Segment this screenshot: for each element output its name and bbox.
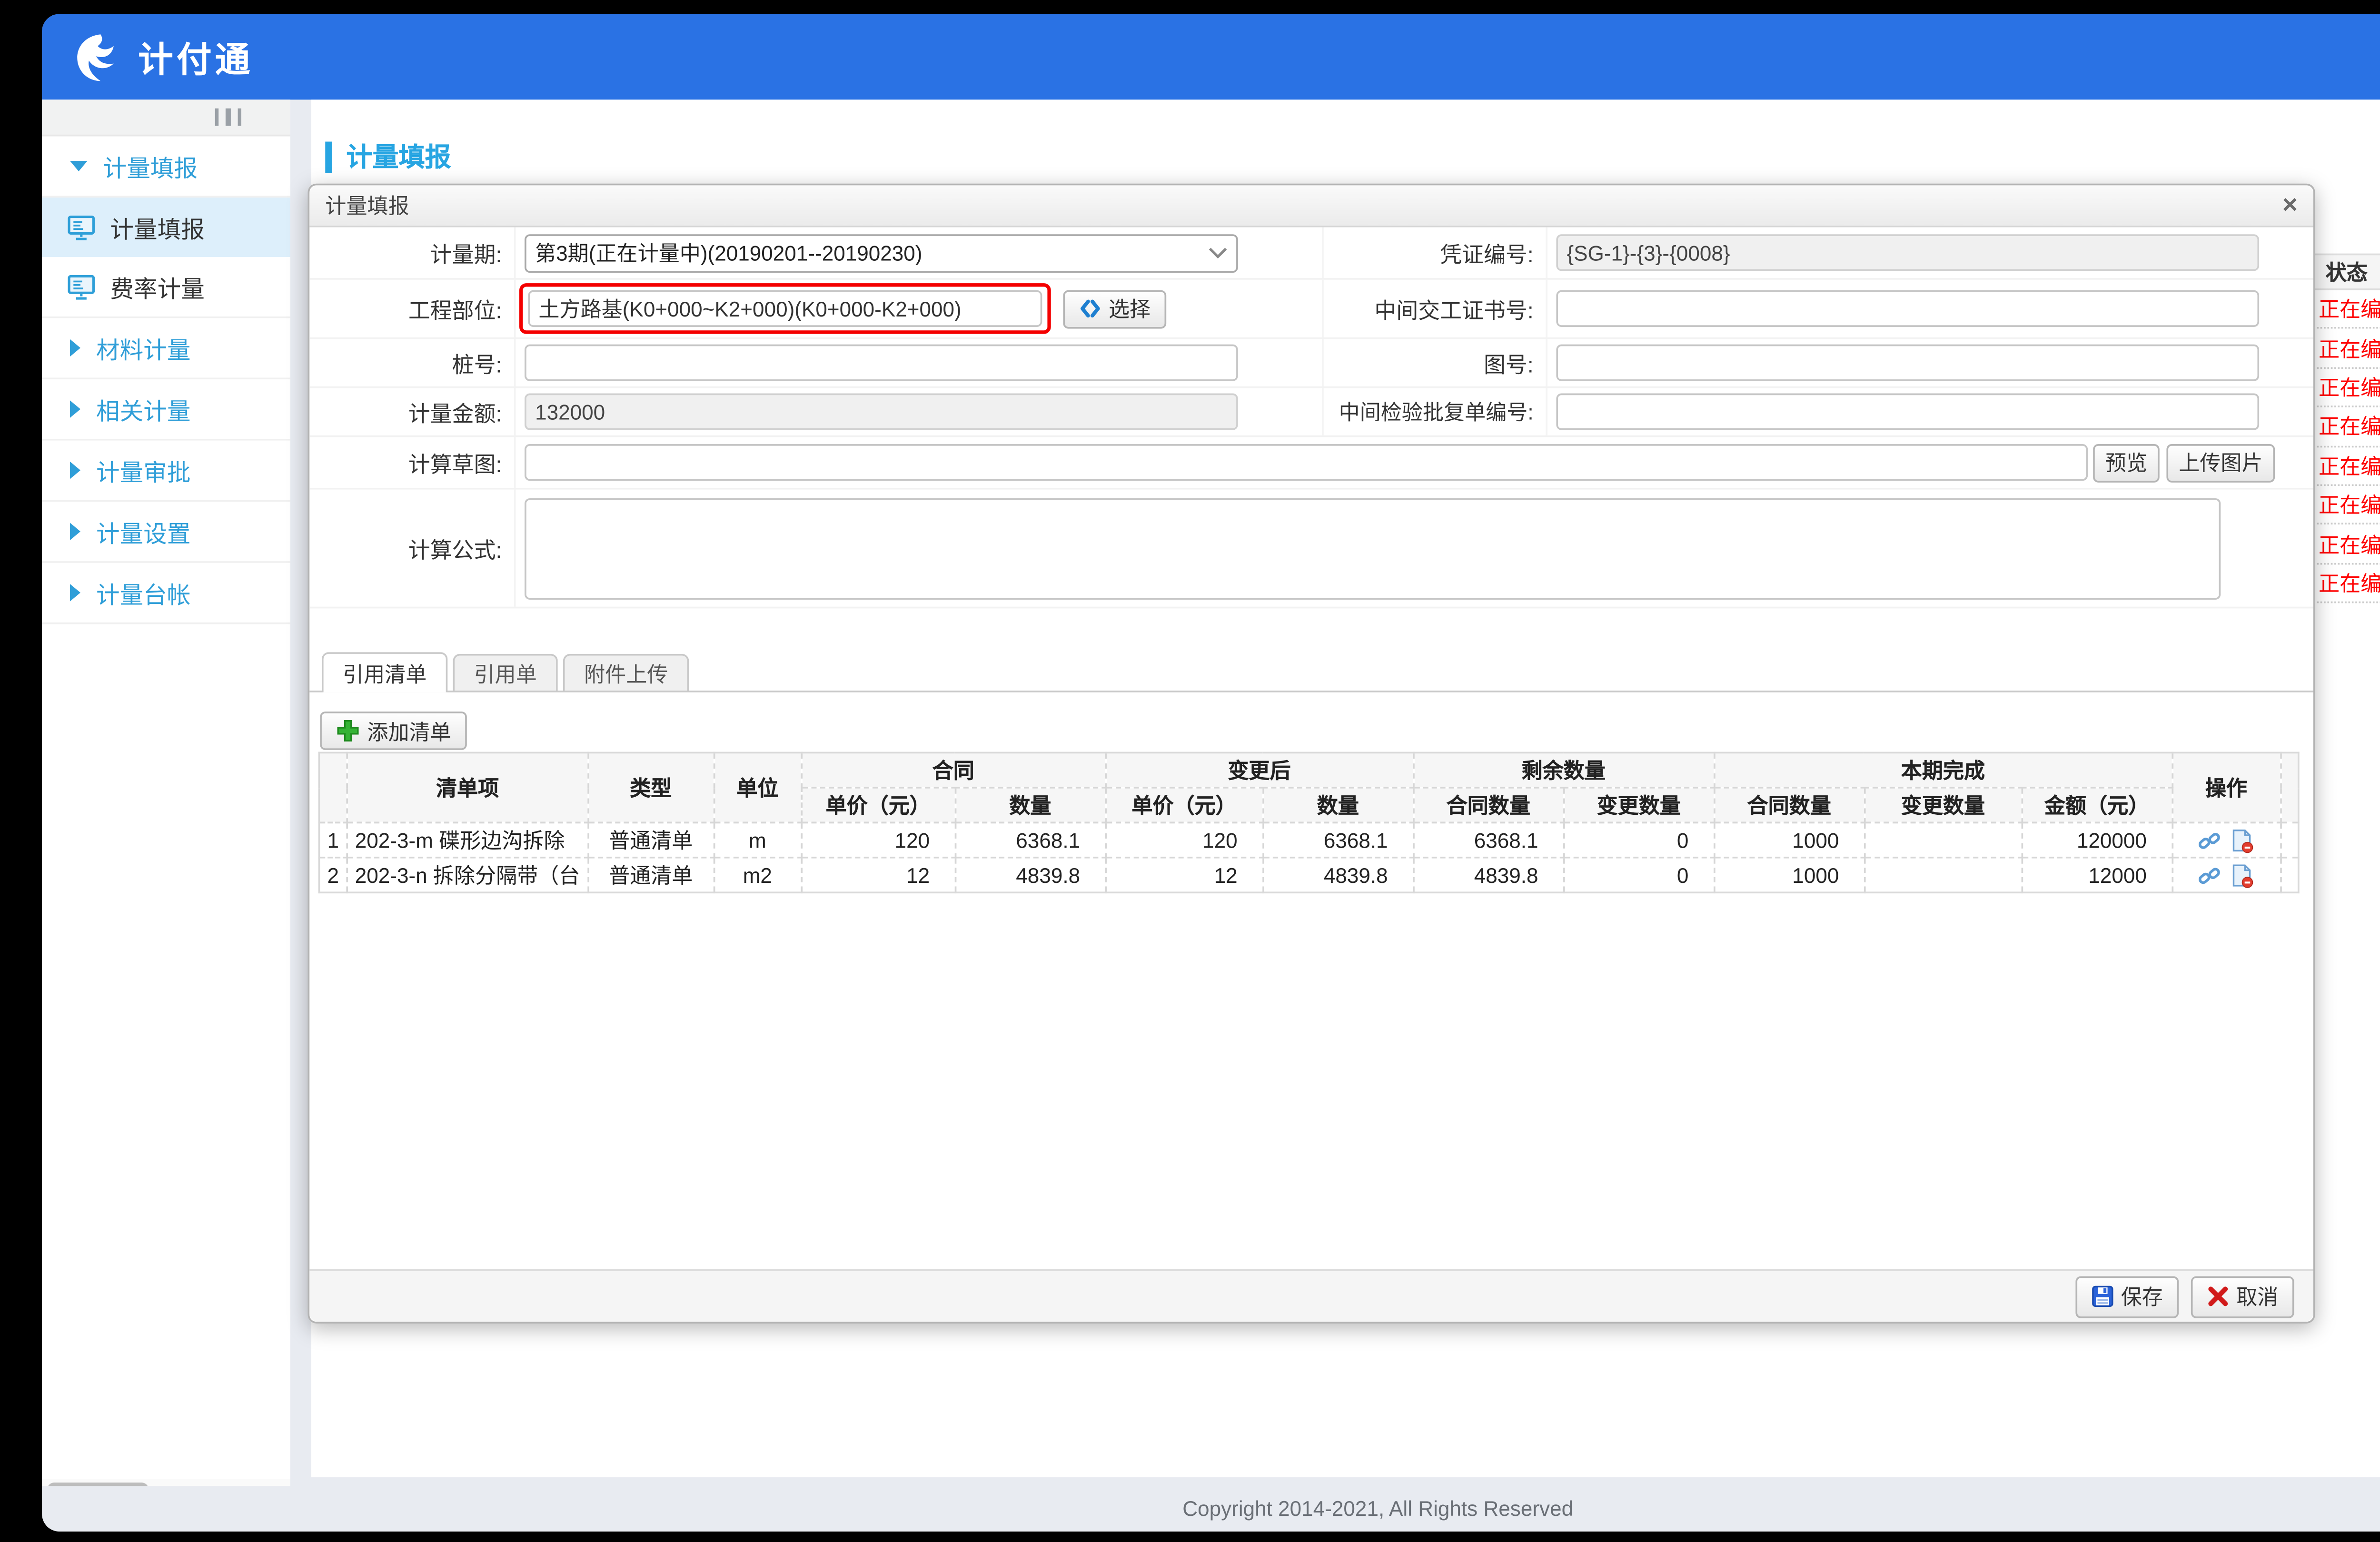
sidebar-group-label: 相关计量 (96, 392, 190, 426)
item-cell: 202-3-n 拆除分隔带（台 (347, 858, 588, 892)
upload-image-button[interactable]: 上传图片 (2166, 443, 2275, 482)
period-label: 计量期: (309, 227, 516, 278)
chevron-down-icon (1208, 246, 1227, 259)
formula-label: 计算公式: (309, 490, 516, 607)
col-unit: 单位 (714, 752, 802, 822)
tab-quote-list[interactable]: 引用清单 (322, 652, 448, 692)
delete-icon[interactable] (2231, 829, 2254, 853)
item-cell: 202-3-m 碟形边沟拆除 (347, 822, 588, 857)
inspection-no-field[interactable] (1556, 394, 2259, 430)
sidebar-group-jiliang-tianbao[interactable]: 计量填报 (42, 137, 290, 198)
link-icon[interactable] (2198, 829, 2221, 853)
sidebar-item-feilv-jiliang[interactable]: 费率计量 (42, 257, 290, 318)
copyright-footer: Copyright 2014-2021, All Rights Reserved (42, 1486, 2380, 1532)
drawing-no-label: 图号: (1322, 339, 1547, 386)
sidebar-group-label: 材料计量 (96, 330, 190, 365)
screen: 计付通 通知 管理员 计量填报 计量填报 (0, 0, 2380, 1542)
sidebar-item-jiliang-tianbao[interactable]: 计量填报 (42, 198, 290, 257)
sidebar-group-jiliang-taizhang[interactable]: 计量台帐 (42, 563, 290, 624)
sidebar-group-cailiao-jiliang[interactable]: 材料计量 (42, 318, 290, 380)
delete-icon[interactable] (2231, 863, 2254, 888)
sidebar-item-label: 费率计量 (110, 269, 204, 304)
col-current-group: 本期完成 (1714, 752, 2172, 787)
work-part-label: 工程部位: (309, 280, 516, 337)
select-part-button[interactable]: 选择 (1063, 289, 1166, 328)
col-type: 类型 (588, 752, 714, 822)
col-changed-group: 变更后 (1105, 752, 1413, 787)
amount-label: 计量金额: (309, 388, 516, 435)
app-title: 计付通 (138, 31, 253, 82)
page-title: 计量填报 (325, 138, 451, 175)
amount-field[interactable]: 132000 (525, 394, 1238, 430)
tab-quote-sheet[interactable]: 引用单 (453, 654, 557, 691)
dialog-form: 计量期: 第3期(正在计量中)(20190201--20190230) 凭证编号… (309, 227, 2313, 609)
app-logo: 计付通 (70, 30, 254, 83)
close-icon[interactable]: × (2282, 192, 2298, 218)
work-part-highlight: 土方路基(K0+000~K2+000)(K0+000-K2+000) (519, 283, 1051, 334)
cancel-button[interactable]: 取消 (2191, 1275, 2294, 1317)
caret-right-icon (70, 462, 80, 479)
quote-list-table: 清单项 类型 单位 合同 变更后 剩余数量 本期完成 操作 单价（元） 数量 单… (318, 752, 2299, 894)
dialog-titlebar[interactable]: 计量填报 × (309, 185, 2313, 227)
formula-textarea[interactable] (525, 497, 2221, 599)
sidebar-group-jiliang-shezhi[interactable]: 计量设置 (42, 502, 290, 563)
link-icon[interactable] (2198, 863, 2221, 888)
handover-cert-field[interactable] (1556, 290, 2259, 327)
caret-right-icon (70, 523, 80, 540)
voucher-field[interactable]: {SG-1}-{3}-{0008} (1556, 234, 2259, 271)
sidebar-group-jiliang-shenpi[interactable]: 计量审批 (42, 441, 290, 502)
angle-brackets-icon (1079, 297, 1102, 320)
caret-right-icon (70, 584, 80, 602)
caret-right-icon (70, 339, 80, 357)
voucher-label: 凭证编号: (1322, 227, 1547, 278)
stake-label: 桩号: (309, 339, 516, 386)
title-accent-bar (325, 141, 332, 172)
floppy-disk-icon (2091, 1285, 2114, 1308)
monitor-icon (67, 274, 96, 300)
sidebar-collapse-handle[interactable] (42, 99, 290, 136)
col-actions: 操作 (2172, 752, 2281, 822)
red-x-icon (2207, 1285, 2230, 1308)
caret-down-icon (70, 161, 88, 171)
plus-icon (336, 719, 360, 743)
save-button[interactable]: 保存 (2075, 1275, 2179, 1317)
logo-swirl-icon (70, 30, 122, 83)
sketch-field[interactable] (525, 444, 2088, 481)
monitor-icon (67, 214, 96, 240)
work-part-field[interactable]: 土方路基(K0+000~K2+000)(K0+000-K2+000) (528, 290, 1042, 327)
top-header: 计付通 通知 管理员 (42, 14, 2380, 99)
measurement-entry-dialog: 计量填报 × 计量期: 第3期(正在计量中)(20190201--2019023… (308, 184, 2315, 1324)
table-group-header-row: 清单项 类型 单位 合同 变更后 剩余数量 本期完成 操作 (319, 752, 2298, 787)
dialog-title: 计量填报 (325, 190, 409, 220)
sketch-label: 计算草图: (309, 437, 516, 488)
app-window: 计付通 通知 管理员 计量填报 计量填报 (42, 14, 2380, 1532)
preview-button[interactable]: 预览 (2093, 443, 2160, 482)
drawing-no-field[interactable] (1556, 345, 2259, 381)
handover-cert-label: 中间交工证书号: (1322, 280, 1547, 337)
table-row[interactable]: 2 202-3-n 拆除分隔带（台 普通清单 m2 12 4839.8 12 4… (319, 858, 2298, 892)
sidebar-group-xiangguan-jiliang[interactable]: 相关计量 (42, 379, 290, 441)
dialog-tabbar: 引用清单 引用单 附件上传 (309, 652, 2313, 692)
tab-attachment-upload[interactable]: 附件上传 (563, 654, 689, 691)
sidebar-item-label: 计量填报 (110, 210, 204, 245)
stake-field[interactable] (525, 345, 1238, 381)
add-list-button[interactable]: 添加清单 (320, 712, 467, 750)
sidebar-group-label: 计量审批 (96, 453, 190, 487)
caret-right-icon (70, 400, 80, 418)
dialog-footer: 保存 取消 (309, 1269, 2313, 1322)
inspection-no-label: 中间检验批复单编号: (1322, 388, 1547, 435)
table-row[interactable]: 1 202-3-m 碟形边沟拆除 普通清单 m 120 6368.1 120 6… (319, 822, 2298, 857)
sidebar-group-label: 计量设置 (96, 514, 190, 549)
period-select[interactable]: 第3期(正在计量中)(20190201--20190230) (525, 233, 1238, 272)
sidebar-group-label: 计量填报 (103, 148, 198, 183)
sidebar: 计量填报 计量填报 费率计量 材料计量 相关计量 计量审批 (42, 99, 290, 1479)
sidebar-group-label: 计量台帐 (96, 575, 190, 610)
col-contract-group: 合同 (801, 752, 1105, 787)
col-remaining-group: 剩余数量 (1413, 752, 1714, 787)
col-item: 清单项 (347, 752, 588, 822)
